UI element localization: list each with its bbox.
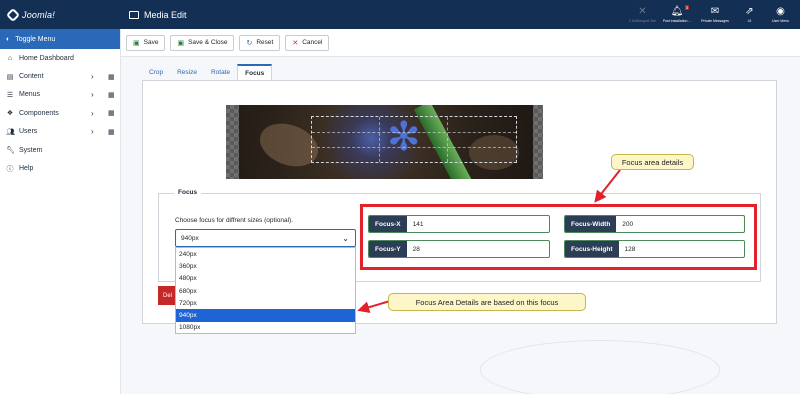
cancel-button[interactable]: ✕ Cancel [285, 34, 330, 51]
callout-based-on-focus: Focus Area Details are based on this foc… [388, 293, 586, 311]
tab-resize[interactable]: Resize [170, 64, 204, 80]
tab-rotate[interactable]: Rotate [204, 64, 237, 80]
external-link-icon: ⇗ [745, 5, 754, 17]
save-icon: ▣ [177, 39, 185, 47]
save-icon: ▣ [133, 39, 140, 47]
image-preview: ✻ [226, 105, 543, 179]
option-680px[interactable]: 680px [176, 285, 355, 297]
home-icon: ⌂ [7, 54, 13, 62]
chevron-right-icon[interactable]: › [91, 90, 94, 99]
joomla-icon [5, 7, 21, 22]
header-user-menu[interactable]: ◉ User Menu [765, 0, 796, 29]
top-header: Joomla! Media Edit ✕ 0 Multilingual Site… [0, 0, 800, 29]
save-close-button[interactable]: ▣ Save & Close [170, 34, 235, 51]
sidebar-item-users[interactable]: 👥︎ Users › ▦ [0, 123, 120, 141]
toggle-menu-button[interactable]: ◐ Toggle Menu [0, 29, 120, 49]
header-post-installation[interactable]: 🔔︎ 3 Post Installation ... [658, 0, 696, 29]
header-actions: ✕ 0 Multilingual Site 🔔︎ 3 Post Installa… [627, 0, 796, 29]
delete-button[interactable]: Del [158, 286, 175, 305]
focus-size-select[interactable]: 940px ⌄ [175, 229, 356, 247]
toggle-icon: ◐ [6, 35, 11, 43]
focus-fields-highlight [360, 204, 757, 270]
sidebar-item-components[interactable]: ❖ Components › ▦ [0, 104, 120, 122]
toolbar: ▣ Save ▣ Save & Close ↻ Reset ✕ Cancel [121, 29, 800, 57]
joomla-logo[interactable]: Joomla! [0, 0, 121, 29]
header-multilingual[interactable]: ✕ 0 Multilingual Site [627, 0, 658, 29]
focus-area-selection[interactable] [311, 116, 517, 163]
refresh-icon: ↻ [246, 39, 253, 47]
sidebar: ◐ Toggle Menu ⌂ Home Dashboard ▤ Content… [0, 29, 121, 394]
sidebar-item-system[interactable]: 🔧︎ System [0, 141, 120, 159]
close-icon: ✕ [292, 39, 299, 47]
header-site-link[interactable]: ⇗ J4 [734, 0, 765, 29]
focus-legend: Focus [174, 189, 202, 196]
tab-crop[interactable]: Crop [142, 64, 170, 80]
save-button[interactable]: ▣ Save [126, 34, 166, 51]
grid-icon[interactable]: ▦ [108, 91, 115, 99]
choose-focus-label: Choose focus for diffrent sizes (optiona… [175, 217, 294, 224]
option-240px[interactable]: 240px [176, 248, 355, 260]
info-icon: ⓘ [6, 165, 14, 173]
sidebar-item-content[interactable]: ▤ Content › ▦ [0, 67, 120, 85]
reset-button[interactable]: ↻ Reset [239, 34, 281, 51]
edit-tabs: Crop Resize Rotate Focus [142, 64, 273, 80]
focus-width-field[interactable]: Focus-Width 200 [564, 215, 745, 233]
page-title-text: Media Edit [144, 9, 187, 20]
chevron-right-icon[interactable]: › [91, 127, 94, 136]
language-icon: ✕ [638, 5, 647, 17]
sidebar-item-menus[interactable]: ☰ Menus › ▦ [0, 86, 120, 104]
option-360px[interactable]: 360px [176, 260, 355, 272]
chevron-right-icon[interactable]: › [91, 72, 94, 81]
list-icon: ☰ [6, 91, 14, 99]
header-private-messages[interactable]: ✉ Private Messages [696, 0, 734, 29]
cubes-icon: ❖ [6, 110, 14, 118]
background-decoration [480, 340, 720, 394]
page-title: Media Edit [129, 10, 187, 20]
grid-icon[interactable]: ▦ [108, 73, 115, 81]
envelope-icon: ✉ [710, 5, 720, 17]
brand-name: Joomla! [22, 9, 55, 20]
camera-icon [129, 10, 139, 19]
focus-y-field[interactable]: Focus-Y 28 [368, 240, 550, 258]
focus-size-dropdown: 240px 360px 480px 680px 720px 940px 1080… [175, 247, 356, 334]
notification-badge: 3 [684, 5, 689, 10]
chevron-right-icon[interactable]: › [91, 109, 94, 118]
grid-icon[interactable]: ▦ [108, 109, 115, 117]
focus-height-field[interactable]: Focus-Height 128 [564, 240, 745, 258]
option-940px[interactable]: 940px [176, 309, 355, 322]
bell-icon: 🔔︎ [670, 5, 684, 17]
sidebar-item-help[interactable]: ⓘ Help [0, 159, 120, 177]
grid-icon[interactable]: ▦ [108, 128, 115, 136]
wrench-icon: 🔧︎ [6, 147, 15, 155]
option-1080px[interactable]: 1080px [176, 322, 355, 334]
callout-focus-area-details: Focus area details [611, 154, 694, 170]
focus-x-field[interactable]: Focus-X 141 [368, 215, 550, 233]
sidebar-item-home-dashboard[interactable]: ⌂ Home Dashboard [0, 49, 120, 67]
file-icon: ▤ [6, 73, 14, 81]
option-720px[interactable]: 720px [176, 297, 355, 309]
user-circle-icon: ◉ [776, 5, 785, 17]
chevron-down-icon: ⌄ [342, 233, 349, 243]
photo: ✻ [239, 105, 533, 179]
users-icon: 👥︎ [6, 128, 15, 136]
tab-focus[interactable]: Focus [237, 64, 273, 80]
option-480px[interactable]: 480px [176, 273, 355, 285]
